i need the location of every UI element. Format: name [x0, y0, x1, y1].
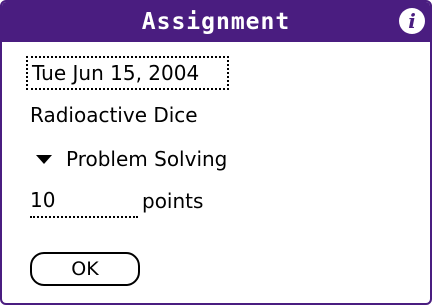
dialog-title: Assignment — [141, 9, 291, 35]
assignment-name-label: Radioactive Dice — [30, 103, 198, 127]
triangle-down-icon — [36, 154, 52, 164]
category-label: Problem Solving — [66, 147, 228, 171]
title-bar: Assignment i — [2, 2, 430, 42]
points-unit-label: points — [142, 189, 204, 213]
category-popup-trigger[interactable]: Problem Solving — [30, 142, 227, 176]
assignment-dialog: Assignment i Tue Jun 15, 2004 Radioactiv… — [0, 0, 432, 305]
points-input[interactable]: 10 — [30, 184, 138, 218]
info-icon[interactable]: i — [399, 8, 425, 34]
ok-button[interactable]: OK — [30, 252, 140, 286]
date-selector[interactable]: Tue Jun 15, 2004 — [26, 56, 229, 90]
